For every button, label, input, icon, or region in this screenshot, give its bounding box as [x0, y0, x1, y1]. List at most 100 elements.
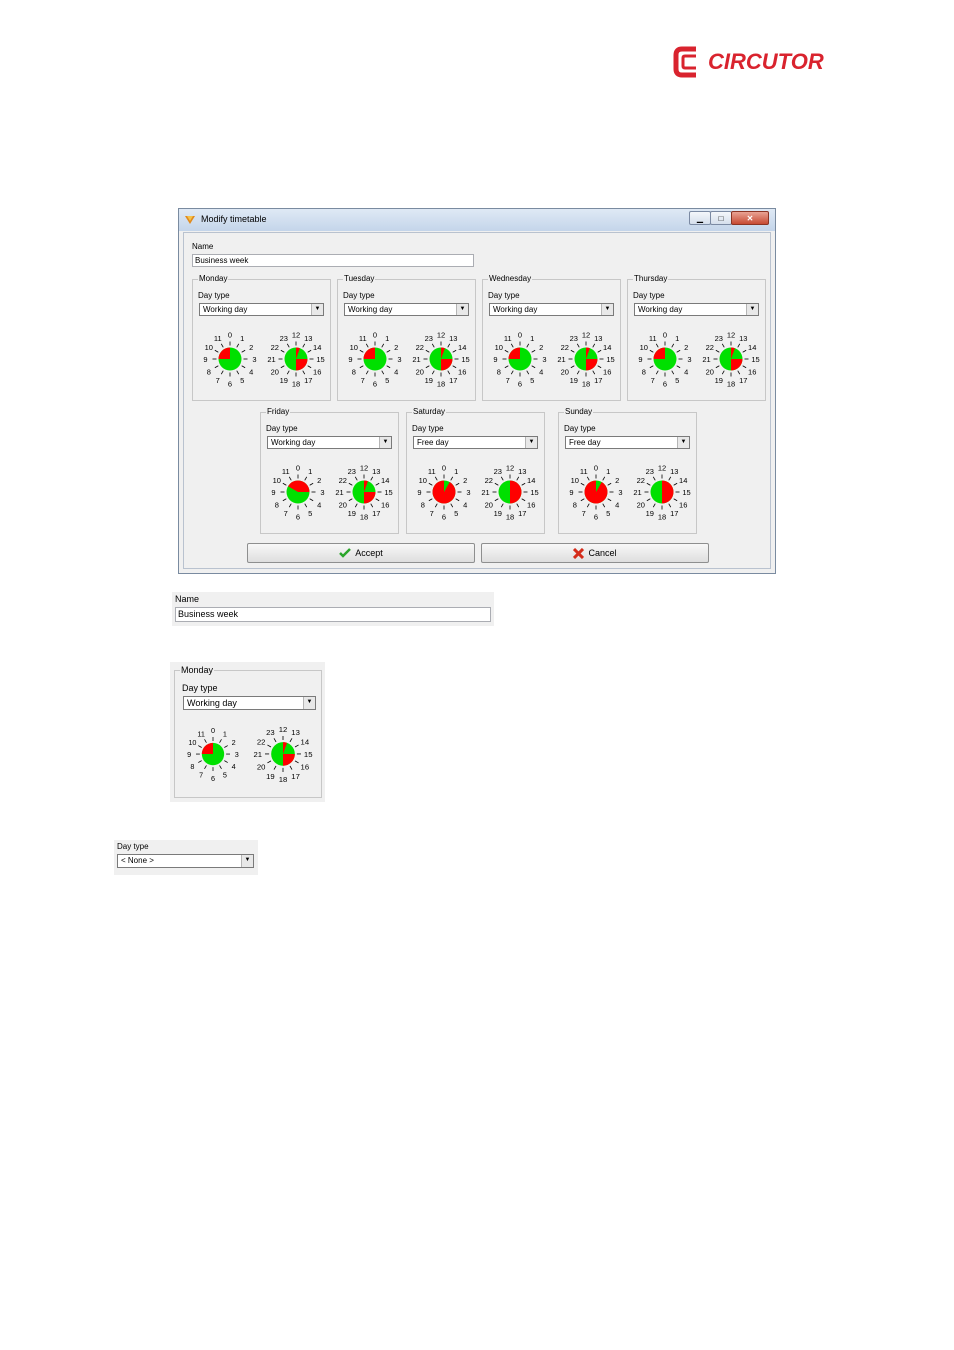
chevron-down-icon[interactable]: ▼	[746, 304, 758, 315]
clock-tick	[649, 365, 654, 369]
clock-hour-label: 21	[267, 355, 275, 364]
clock-hour-label: 5	[240, 376, 244, 385]
page: { "brand": {"name": "CIRCUTOR", "color":…	[0, 0, 954, 1350]
clock-tick	[282, 482, 287, 486]
chevron-down-icon[interactable]: ▼	[303, 697, 315, 709]
clock-tick	[348, 482, 353, 486]
chevron-down-icon[interactable]: ▼	[311, 304, 323, 315]
detail-name-input[interactable]: Business week	[175, 607, 491, 622]
detail-monday-panel: Monday Day type Working day ▼ 0123456789…	[170, 662, 325, 802]
clock-tick	[580, 498, 585, 502]
clock-tick	[375, 498, 380, 502]
clock-hour-label: 6	[228, 380, 232, 389]
clock-tick	[673, 498, 678, 502]
clock-hour-label: 10	[350, 343, 358, 352]
clock-tick	[737, 370, 741, 375]
clock-tick	[370, 503, 374, 508]
clock-hour-label: 12	[506, 464, 514, 473]
clock-tick	[304, 476, 308, 481]
clock-tick	[302, 370, 306, 375]
clock-hour-label: 18	[506, 513, 514, 522]
day-type-dropdown-wednesday[interactable]: Working day ▼	[489, 303, 614, 316]
clock-hour-label: 15	[606, 355, 614, 364]
clock-hour-label: 3	[235, 750, 239, 759]
clock-tick	[224, 760, 228, 763]
title-bar[interactable]: Modify timetable ▁ □ ✕	[179, 209, 775, 231]
day-type-dropdown-friday[interactable]: Working day ▼	[267, 436, 392, 449]
clock-hour-label: 15	[316, 355, 324, 364]
clock-tick	[386, 365, 391, 369]
clock-hour-label: 3	[466, 488, 470, 497]
detail-day-type-dropdown[interactable]: Working day ▼	[183, 696, 316, 710]
clock-hour-label: 7	[651, 376, 655, 385]
clock-tick	[375, 482, 380, 486]
clock-hour-label: 10	[205, 343, 213, 352]
clock-active-sector	[653, 347, 665, 359]
clock-tick	[447, 343, 451, 348]
day-type-dropdown-thursday[interactable]: Working day ▼	[634, 303, 759, 316]
clock-hour-label: 18	[582, 380, 590, 389]
clock-hour-label: 18	[437, 380, 445, 389]
clock-hour-label: 16	[679, 500, 687, 509]
clock-hour-label: 8	[421, 500, 425, 509]
clock-hour-label: 13	[291, 728, 300, 737]
clock-hour-label: 18	[658, 513, 666, 522]
clock-active-sector	[508, 347, 520, 359]
clock-tick	[386, 349, 391, 353]
accept-button[interactable]: Accept	[247, 543, 475, 563]
chevron-down-icon[interactable]: ▼	[241, 855, 253, 867]
name-input[interactable]: Business week	[192, 254, 474, 267]
clock-hour-label: 12	[658, 464, 666, 473]
day-type-dropdown-sunday[interactable]: Free day ▼	[565, 436, 690, 449]
clock-hour-label: 16	[748, 367, 756, 376]
detail-daytype-dropdown[interactable]: < None > ▼	[117, 854, 254, 868]
clock-tick	[655, 370, 659, 375]
clock-hour-label: 7	[430, 509, 434, 518]
clock-hour-label: 17	[291, 772, 300, 781]
clock-tick	[288, 503, 292, 508]
clock-hour-label: 12	[582, 331, 590, 340]
chevron-down-icon[interactable]: ▼	[456, 304, 468, 315]
clock-hour-label: 9	[569, 488, 573, 497]
clock-hour-label: 15	[461, 355, 469, 364]
minimize-button[interactable]: ▁	[689, 211, 711, 225]
clock-hour-label: 19	[348, 509, 356, 518]
clock-tick	[516, 503, 520, 508]
cancel-button[interactable]: Cancel	[481, 543, 709, 563]
clock-tick	[607, 498, 612, 502]
clock-hour-label: 23	[494, 467, 502, 476]
clock-pm-sunday: 12 1314 15 1617 18 1920 21 2223	[633, 464, 690, 522]
close-button[interactable]: ✕	[731, 211, 769, 225]
clock-hour-label: 21	[481, 488, 489, 497]
clock-tick	[455, 482, 460, 486]
chevron-down-icon[interactable]: ▼	[677, 437, 689, 448]
clock-hour-label: 16	[313, 367, 321, 376]
clock-hour-label: 22	[637, 476, 645, 485]
day-type-dropdown-saturday[interactable]: Free day ▼	[413, 436, 538, 449]
clock-tick	[434, 503, 438, 508]
day-type-label: Day type	[564, 424, 596, 433]
clock-tick	[576, 343, 580, 348]
clock-tick	[428, 482, 433, 486]
day-type-dropdown-tuesday[interactable]: Working day ▼	[344, 303, 469, 316]
chevron-down-icon[interactable]: ▼	[601, 304, 613, 315]
clock-tick	[516, 476, 520, 481]
clock-hour-label: 19	[494, 509, 502, 518]
clock-hour-label: 10	[188, 738, 196, 747]
clock-hour-label: 10	[640, 343, 648, 352]
clock-tick	[286, 370, 290, 375]
clock-tick	[500, 476, 504, 481]
maximize-button[interactable]: □	[710, 211, 732, 225]
clock-hour-label: 0	[594, 464, 598, 473]
clock-hour-label: 7	[284, 509, 288, 518]
clock-hour-label: 17	[518, 509, 526, 518]
chevron-down-icon[interactable]: ▼	[379, 437, 391, 448]
chevron-down-icon[interactable]: ▼	[525, 437, 537, 448]
day-type-dropdown-monday[interactable]: Working day ▼	[199, 303, 324, 316]
clock-hour-label: 18	[727, 380, 735, 389]
clock-tick	[354, 476, 358, 481]
clock-hour-label: 13	[739, 334, 747, 343]
clock-tick	[286, 343, 290, 348]
clock-hour-label: 23	[646, 467, 654, 476]
clock-hour-label: 16	[458, 367, 466, 376]
